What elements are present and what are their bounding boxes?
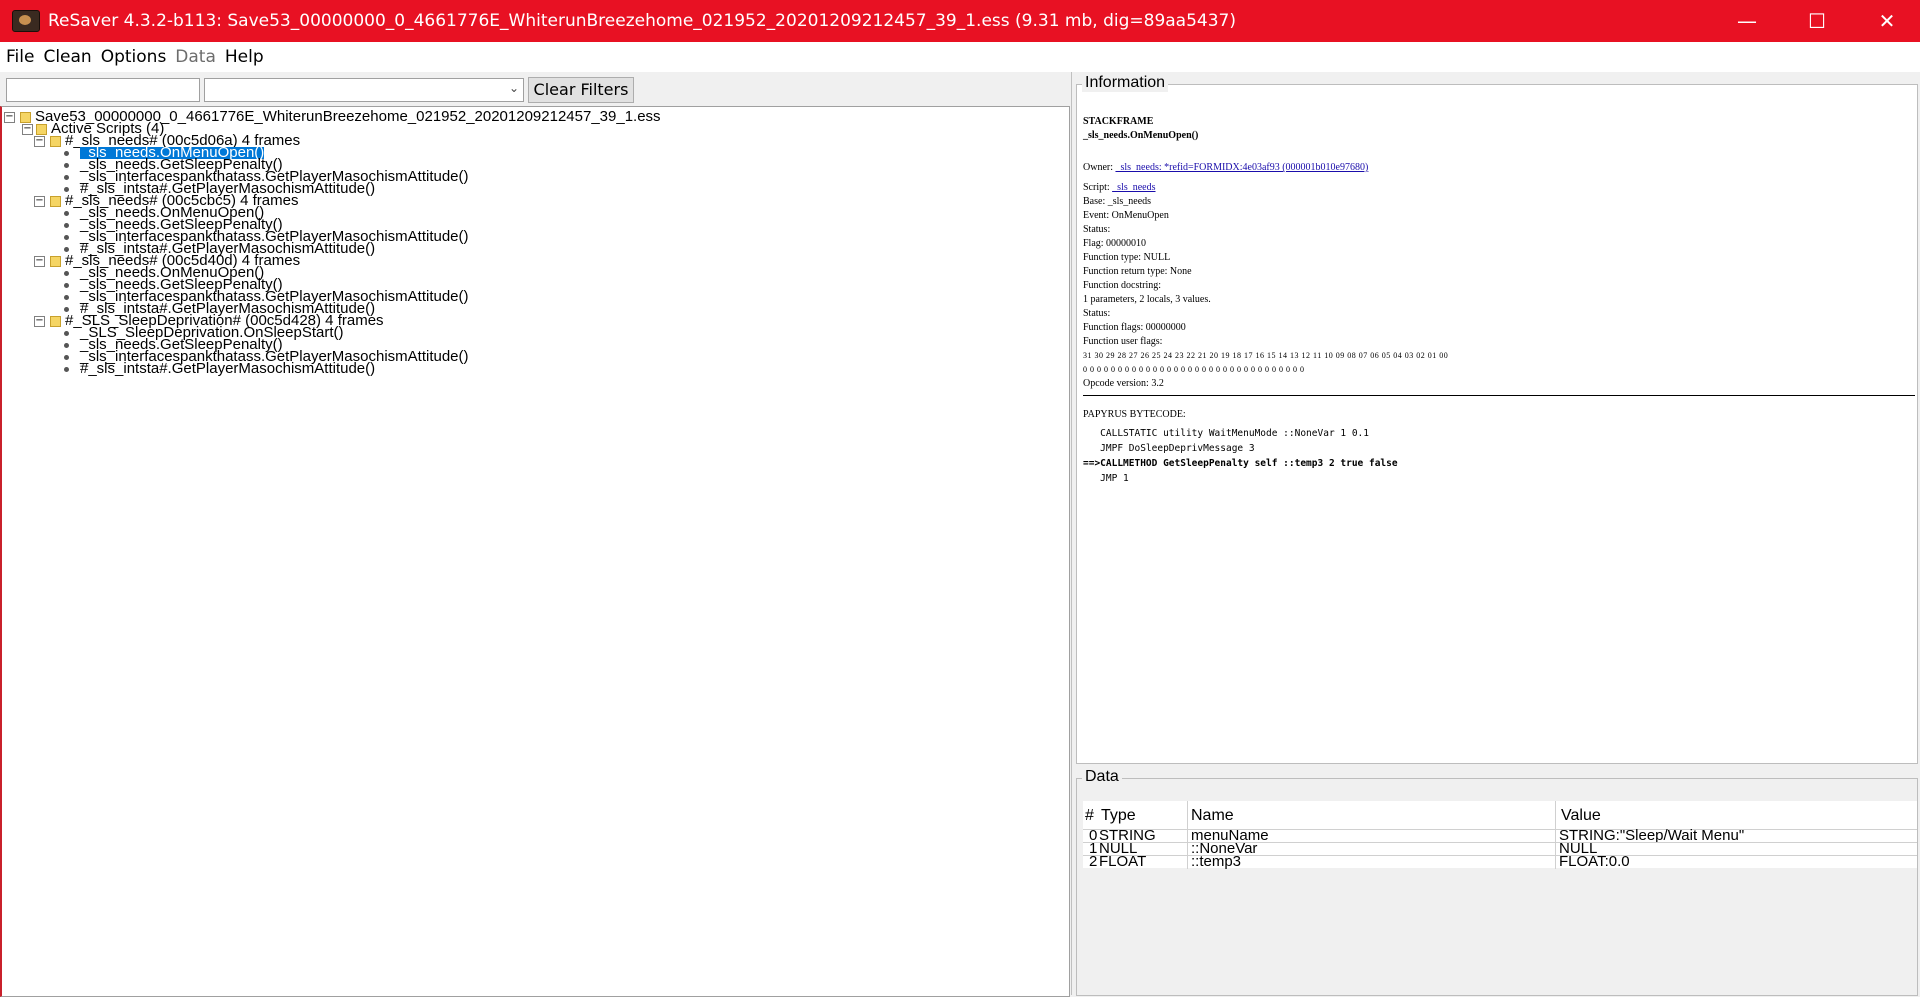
bullet-icon [64,186,69,192]
collapse-toggle-icon[interactable]: − [4,112,15,123]
information-panel: STACKFRAME _sls_needs.OnMenuOpen() Owner… [1074,74,1920,764]
bullet-icon [64,222,69,228]
bytecode-title: PAPYRUS BYTECODE: [1083,409,1186,420]
bytecode-line: JMP 1 [1083,473,1129,484]
folder-icon [50,135,61,147]
cell-index: 2 [1089,853,1098,870]
data-table: # Type Name Value 0 STRING menuName STRI… [1083,801,1917,870]
tree-frame-label: #_sls_intsta#.GetPlayerMasochismAttitude… [80,360,376,377]
column-header-type[interactable]: Type [1101,807,1136,825]
filter-text-input[interactable] [6,78,200,102]
filter-bar: ⌄ Clear Filters [0,72,1071,106]
data-frame: # Type Name Value 0 STRING menuName STRI… [1076,778,1918,996]
bullet-icon [64,210,69,216]
bullet-icon [64,234,69,240]
info-subheading: _sls_needs.OnMenuOpen() [1083,130,1199,141]
information-frame: STACKFRAME _sls_needs.OnMenuOpen() Owner… [1076,84,1918,764]
data-table-header: # Type Name Value [1083,801,1917,829]
bytecode-line-current: ==>CALLMETHOD GetSleepPenalty self ::tem… [1083,458,1398,469]
bytecode-line: CALLSTATIC utility WaitMenuMode ::NoneVa… [1083,428,1369,439]
save-tree[interactable]: − Save53_00000000_0_4661776E_WhiterunBree… [0,106,1070,997]
close-icon[interactable]: ✕ [1852,0,1920,42]
folder-icon [50,255,61,267]
info-line: Event: OnMenuOpen [1083,210,1169,221]
bytecode-line: JMPF DoSleepDeprivMessage 3 [1083,443,1255,454]
menu-help[interactable]: Help [222,47,267,67]
divider [1083,395,1915,396]
bullet-icon [64,162,69,168]
info-line: Function type: NULL [1083,252,1171,263]
minimize-icon[interactable]: — [1712,0,1782,42]
collapse-toggle-icon[interactable]: − [34,316,45,327]
bullet-icon [64,174,69,180]
tree-frame[interactable]: #_sls_intsta#.GetPlayerMasochismAttitude… [64,360,376,377]
information-title: Information [1082,74,1169,92]
title-bar: ReSaver 4.3.2-b113: Save53_00000000_0_46… [0,0,1920,42]
info-line: Base: _sls_needs [1083,196,1152,207]
left-pane: ⌄ Clear Filters − Save53_00000000_0_46617… [0,72,1072,997]
menu-data[interactable]: Data [172,47,219,67]
bullet-icon [64,246,69,252]
bullet-icon [64,270,69,276]
column-divider[interactable] [1187,801,1188,869]
menu-bar: File Clean Options Data Help [0,42,1920,72]
maximize-icon[interactable]: ☐ [1782,0,1852,42]
info-line: Function user flags: [1083,336,1163,347]
menu-file[interactable]: File [3,47,37,67]
info-line: Flag: 00000010 [1083,238,1147,249]
cell-type: FLOAT [1099,853,1147,870]
column-header-name[interactable]: Name [1191,807,1234,825]
folder-icon [50,195,61,207]
info-line: Function docstring: [1083,280,1162,291]
folder-icon [50,315,61,327]
owner-link[interactable]: _sls_needs: *refid=FORMIDX:4e03af93 (000… [1116,162,1369,173]
data-panel: # Type Name Value 0 STRING menuName STRI… [1074,768,1920,996]
bullet-icon [64,366,69,372]
bullet-icon [64,282,69,288]
table-row[interactable]: 2 FLOAT ::temp3 FLOAT:0.0 [1083,853,1917,870]
bullet-icon [64,330,69,336]
window-title: ReSaver 4.3.2-b113: Save53_00000000_0_46… [48,11,1236,31]
folder-icon [36,123,47,135]
bullet-icon [64,150,69,156]
info-line: Status: [1083,308,1111,319]
script-link[interactable]: _sls_needs [1112,182,1155,193]
info-line: Status: [1083,224,1111,235]
information-content: STACKFRAME _sls_needs.OnMenuOpen() Owner… [1083,115,1915,486]
column-header-index[interactable]: # [1085,807,1094,825]
cell-name: ::temp3 [1191,853,1242,870]
bit-numbers: 31 30 29 28 27 26 25 24 23 22 21 20 19 1… [1083,351,1449,360]
bullet-icon [64,354,69,360]
bit-values: 0 0 0 0 0 0 0 0 0 0 0 0 0 0 0 0 0 0 0 0 … [1083,365,1305,374]
info-line: Function return type: None [1083,266,1192,277]
bullet-icon [64,306,69,312]
clear-filters-button[interactable]: Clear Filters [528,77,634,103]
menu-clean[interactable]: Clean [40,47,94,67]
collapse-toggle-icon[interactable]: − [22,124,33,135]
app-icon[interactable] [12,10,40,32]
bullet-icon [64,294,69,300]
info-line: Function flags: 00000000 [1083,322,1186,333]
column-header-value[interactable]: Value [1561,807,1601,825]
opcode-version: Opcode version: 3.2 [1083,378,1164,389]
script-label: Script: [1083,182,1110,193]
collapse-toggle-icon[interactable]: − [34,256,45,267]
collapse-toggle-icon[interactable]: − [34,136,45,147]
info-line: 1 parameters, 2 locals, 3 values. [1083,294,1211,305]
info-heading: STACKFRAME [1083,116,1154,127]
info-owner-line: Owner: _sls_needs: *refid=FORMIDX:4e03af… [1083,161,1915,175]
owner-label: Owner: [1083,162,1113,173]
filter-mod-dropdown[interactable]: ⌄ [204,78,524,102]
collapse-toggle-icon[interactable]: − [34,196,45,207]
bullet-icon [64,342,69,348]
menu-options[interactable]: Options [98,47,170,67]
column-divider[interactable] [1555,801,1556,869]
chevron-down-icon[interactable]: ⌄ [509,81,519,95]
folder-icon [20,111,31,123]
data-title: Data [1082,768,1122,786]
cell-value: FLOAT:0.0 [1559,853,1630,870]
info-script-line: Script: _sls_needs [1083,181,1915,195]
